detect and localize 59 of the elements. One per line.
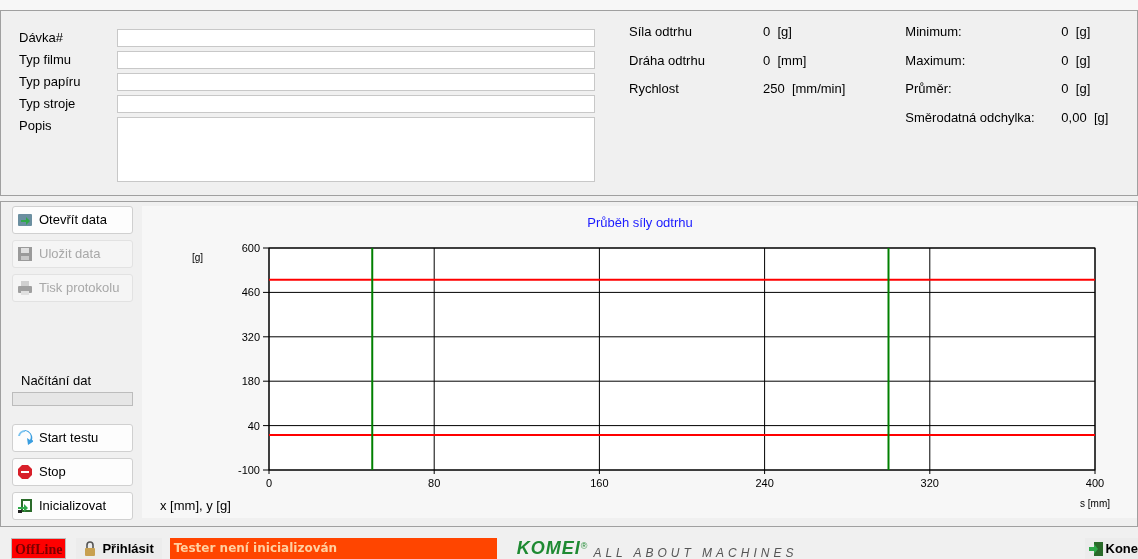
reading-label: Maximum: xyxy=(905,51,967,70)
reading-label: Minimum: xyxy=(905,23,963,41)
reading-label: Síla odtrhu xyxy=(629,23,693,41)
tick-label: 400 xyxy=(1085,477,1105,489)
reading-value: 0 [mm] xyxy=(763,51,808,70)
field-label: Popis xyxy=(19,117,53,135)
text-area[interactable] xyxy=(117,117,595,182)
logo: KOMEI xyxy=(516,538,581,559)
input-field[interactable] xyxy=(117,29,595,47)
tick-label: 600 xyxy=(241,242,260,254)
axis-note: x [mm], y [g] xyxy=(160,498,231,513)
chart-title: Průběh síly odtrhu xyxy=(587,215,693,230)
tick-label: 180 xyxy=(241,375,260,388)
tick-label: 320 xyxy=(241,330,260,343)
registered-mark: ® xyxy=(580,540,588,551)
reading-value: 250 [mm/min] xyxy=(763,80,846,98)
tick-label: -100 xyxy=(237,464,260,476)
tick-label: 80 xyxy=(428,477,441,489)
lock-icon xyxy=(84,541,97,556)
login-button[interactable]: Přihlásit xyxy=(76,538,162,559)
toolbar-button[interactable]: Inicializovat xyxy=(12,492,133,520)
tick-label: 460 xyxy=(241,286,260,299)
tick-label: 320 xyxy=(920,477,939,489)
reading-label: Dráha odtrhu xyxy=(629,51,706,70)
field-label: Typ papíru xyxy=(19,73,82,91)
slogan: ALL ABOUT MACHINES xyxy=(593,544,798,559)
field-label: Typ stroje xyxy=(19,95,77,113)
reading-label: Směrodatná odchylka: xyxy=(905,108,1036,127)
field-label: Typ filmu xyxy=(19,51,72,69)
connection-status: OffLine xyxy=(11,538,67,559)
toolbar-button[interactable]: Stop xyxy=(12,458,133,486)
axis-unit: [g] xyxy=(192,252,204,263)
reading-value: 0 [g] xyxy=(1061,23,1092,41)
tick-label: 0 xyxy=(265,477,273,489)
stop-sign-icon xyxy=(17,464,33,480)
reading-label: Průměr: xyxy=(905,80,953,98)
input-field[interactable] xyxy=(117,73,595,91)
toolbar-button[interactable]: Start testu xyxy=(12,424,133,452)
status-message: Tester není inicializován xyxy=(169,538,497,559)
axis-label: s [mm] xyxy=(1080,498,1110,509)
input-field[interactable] xyxy=(117,95,595,113)
door-arrow-icon xyxy=(1088,541,1103,556)
toolbar-button[interactable]: Otevřít data xyxy=(12,206,133,234)
circular-arrow-icon xyxy=(17,430,33,446)
reading-value: 0 [g] xyxy=(1061,80,1092,98)
input-field[interactable] xyxy=(117,51,595,69)
door-arrow-icon xyxy=(17,498,33,514)
printer-icon xyxy=(17,280,33,296)
field-label: Dávka# xyxy=(19,29,65,47)
tick-label: 40 xyxy=(247,419,260,432)
folder-icon xyxy=(17,212,33,228)
tick-label: 160 xyxy=(590,477,609,489)
reading-value: 0 [g] xyxy=(1061,51,1092,70)
reading-value: 0,00 [g] xyxy=(1061,108,1109,127)
tick-label: 240 xyxy=(755,477,774,489)
exit-button[interactable]: Kone xyxy=(1084,538,1138,559)
reading-value: 0 [g] xyxy=(763,23,793,41)
progress-label: Načítání dat xyxy=(20,371,93,390)
reading-label: Rychlost xyxy=(629,80,680,98)
